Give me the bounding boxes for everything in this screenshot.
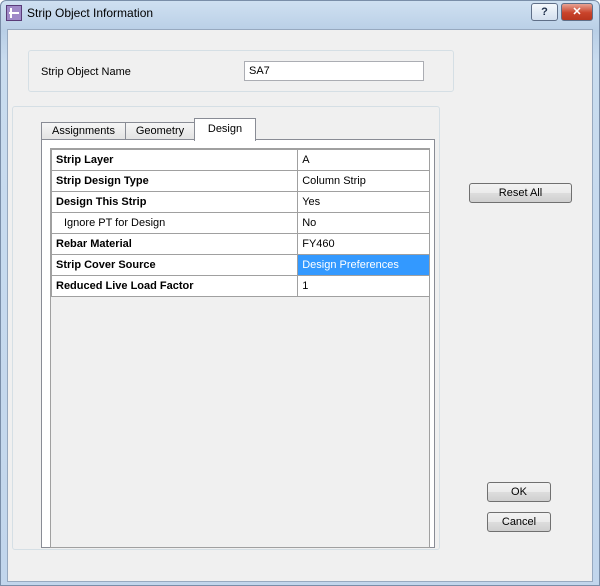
strip-object-name-label: Strip Object Name	[41, 66, 131, 78]
tab-assignments[interactable]: Assignments	[41, 122, 126, 140]
tab-design[interactable]: Design	[194, 118, 256, 141]
property-value-selected[interactable]: Design Preferences	[297, 254, 430, 276]
property-key: Strip Cover Source	[50, 254, 299, 276]
property-key: Strip Layer	[50, 149, 299, 171]
table-row[interactable]: Design This Strip Yes	[50, 191, 430, 213]
property-value[interactable]: A	[297, 149, 430, 171]
strip-object-name-input[interactable]	[244, 61, 424, 81]
strip-name-group: Strip Object Name	[28, 50, 454, 92]
property-key: Strip Design Type	[50, 170, 299, 192]
table-row[interactable]: Strip Layer A	[50, 149, 430, 171]
property-grid: Strip Layer A Strip Design Type Column S…	[50, 148, 430, 548]
table-row[interactable]: Strip Cover Source Design Preferences	[50, 254, 430, 276]
close-button[interactable]: ✕	[561, 3, 593, 21]
dialog-window: Strip Object Information ? ✕ Strip Objec…	[0, 0, 600, 586]
reset-all-button[interactable]: Reset All	[469, 183, 572, 203]
property-key: Reduced Live Load Factor	[50, 275, 299, 297]
design-tab-panel: Strip Layer A Strip Design Type Column S…	[41, 139, 435, 548]
title-bar[interactable]: Strip Object Information ? ✕	[1, 1, 599, 27]
property-key: Ignore PT for Design	[50, 212, 299, 234]
tab-geometry[interactable]: Geometry	[125, 122, 195, 140]
property-value[interactable]: FY460	[297, 233, 430, 255]
window-title: Strip Object Information	[27, 6, 154, 20]
ok-button[interactable]: OK	[487, 482, 551, 502]
table-row[interactable]: Rebar Material FY460	[50, 233, 430, 255]
table-row[interactable]: Reduced Live Load Factor 1	[50, 275, 430, 297]
dialog-client-area: Strip Object Name Assignments Geometry D…	[7, 29, 593, 582]
property-value[interactable]: Yes	[297, 191, 430, 213]
property-value[interactable]: Column Strip	[297, 170, 430, 192]
property-key: Rebar Material	[50, 233, 299, 255]
table-row[interactable]: Strip Design Type Column Strip	[50, 170, 430, 192]
property-key: Design This Strip	[50, 191, 299, 213]
app-icon	[6, 5, 22, 21]
property-table: Strip Layer A Strip Design Type Column S…	[50, 149, 430, 297]
property-value[interactable]: No	[297, 212, 430, 234]
cancel-button[interactable]: Cancel	[487, 512, 551, 532]
help-button[interactable]: ?	[531, 3, 558, 21]
table-row[interactable]: Ignore PT for Design No	[50, 212, 430, 234]
property-value[interactable]: 1	[297, 275, 430, 297]
